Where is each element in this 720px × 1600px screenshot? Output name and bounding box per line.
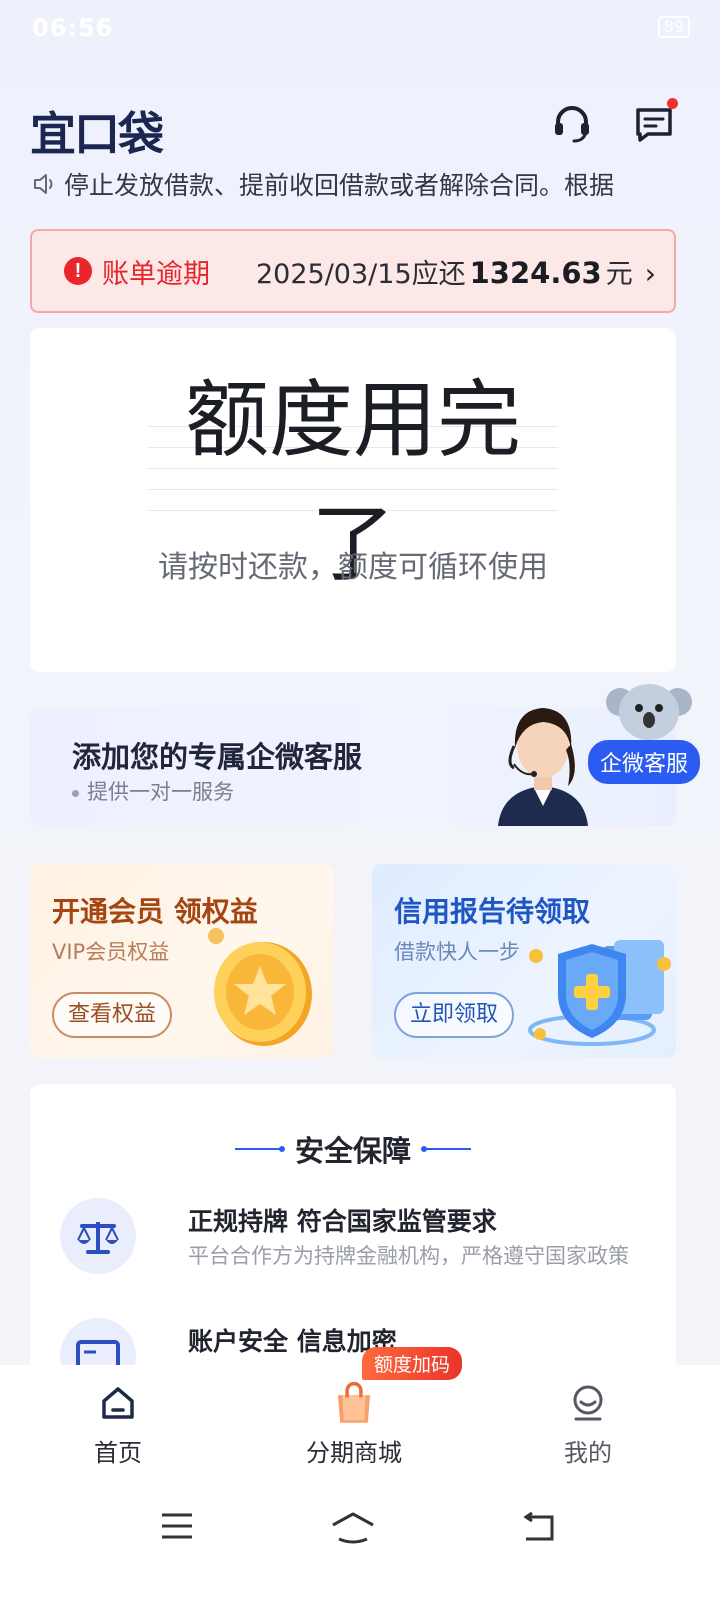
overdue-unit: 元 (605, 258, 633, 290)
tab-label: 分期商城 (306, 1439, 402, 1467)
security-heading: 安全保障 (30, 1128, 676, 1170)
security-item-title: 正规持牌 符合国家监管要求 (188, 1207, 497, 1236)
overdue-date: 2025/03/15应还 (256, 258, 466, 290)
tab-label: 我的 (564, 1439, 612, 1467)
app-logo: 宜口袋 (30, 107, 164, 161)
security-section: 安全保障 正规持牌 符合国家监管要求 平台合作方为持牌金融机构，严格遵守国家政策 (30, 1084, 676, 1384)
shield-icon (528, 940, 671, 1046)
scale-icon (60, 1198, 136, 1274)
tab-home[interactable]: 首页 (48, 1383, 188, 1468)
home-nav-icon[interactable] (330, 1511, 376, 1545)
tab-installment-mall[interactable]: 分期商城 (284, 1381, 424, 1468)
agent-avatar (498, 708, 588, 826)
report-subtitle: 借款快人一步 (394, 940, 520, 964)
speaker-icon (34, 174, 53, 194)
view-benefits-button[interactable]: 查看权益 (52, 992, 173, 1038)
notice-marquee[interactable]: 停止发放借款、提前收回借款或者解除合同。根据 (32, 164, 688, 204)
alert-icon: ! (64, 257, 92, 285)
message-icon[interactable] (634, 98, 678, 144)
bottom-tab-bar: 首页 分期商城 额度加码 我的 (0, 1347, 720, 1475)
koala-mascot-icon (606, 684, 692, 740)
home-icon (102, 1387, 134, 1419)
system-navigation-bar (0, 1475, 720, 1600)
service-title: 添加您的专属企微客服 (72, 740, 363, 774)
chevron-right-icon: › (644, 256, 656, 290)
profile-icon (573, 1385, 603, 1421)
battery-icon: 89 (657, 16, 690, 38)
mall-promo-badge: 额度加码 (362, 1347, 463, 1380)
wecom-service-banner[interactable]: 添加您的专属企微客服 提供一对一服务 企微客服 (30, 684, 701, 826)
security-item-desc: 平台合作方为持牌金融机构，严格遵守国家政策 (188, 1244, 629, 1268)
service-subtitle: 提供一对一服务 (72, 776, 234, 806)
credit-card: 额度用完了 请按时还款，额度可循环使用 (30, 328, 676, 672)
status-bar: 06:56 89 (0, 0, 720, 58)
gold-coin-icon (208, 928, 312, 1046)
shopping-bag-icon (337, 1381, 371, 1423)
back-icon[interactable] (520, 1511, 556, 1543)
vip-membership-card[interactable]: 开通会员 领权益 VIP会员权益 查看权益 (30, 864, 334, 1058)
status-icons: 89 (657, 16, 690, 38)
overdue-info: 2025/03/15应还 1324.63 元 › (256, 252, 656, 291)
credit-status-subtitle: 请按时还款，额度可循环使用 (158, 550, 548, 585)
overdue-banner[interactable]: ! 账单逾期 2025/03/15应还 1324.63 元 › (30, 229, 676, 313)
claim-report-button[interactable]: 立即领取 (394, 992, 515, 1038)
credit-report-card[interactable]: 信用报告待领取 借款快人一步 立即领取 (372, 864, 676, 1058)
report-title: 信用报告待领取 (394, 895, 591, 928)
security-title: 安全保障 (294, 1134, 411, 1168)
notice-text: 停止发放借款、提前收回借款或者解除合同。根据 (64, 171, 615, 200)
service-badge[interactable]: 企微客服 (588, 740, 701, 784)
tab-mine[interactable]: 我的 (518, 1383, 658, 1468)
vip-subtitle: VIP会员权益 (52, 940, 170, 964)
overdue-amount: 1324.63 (469, 255, 602, 290)
divider (234, 1146, 285, 1152)
headset-icon[interactable] (552, 104, 592, 144)
tab-label: 首页 (94, 1439, 142, 1467)
divider (421, 1146, 471, 1152)
menu-icon[interactable] (160, 1511, 194, 1541)
status-time: 06:56 (32, 14, 114, 42)
unread-dot (667, 98, 678, 109)
overdue-label: 账单逾期 (102, 258, 210, 290)
